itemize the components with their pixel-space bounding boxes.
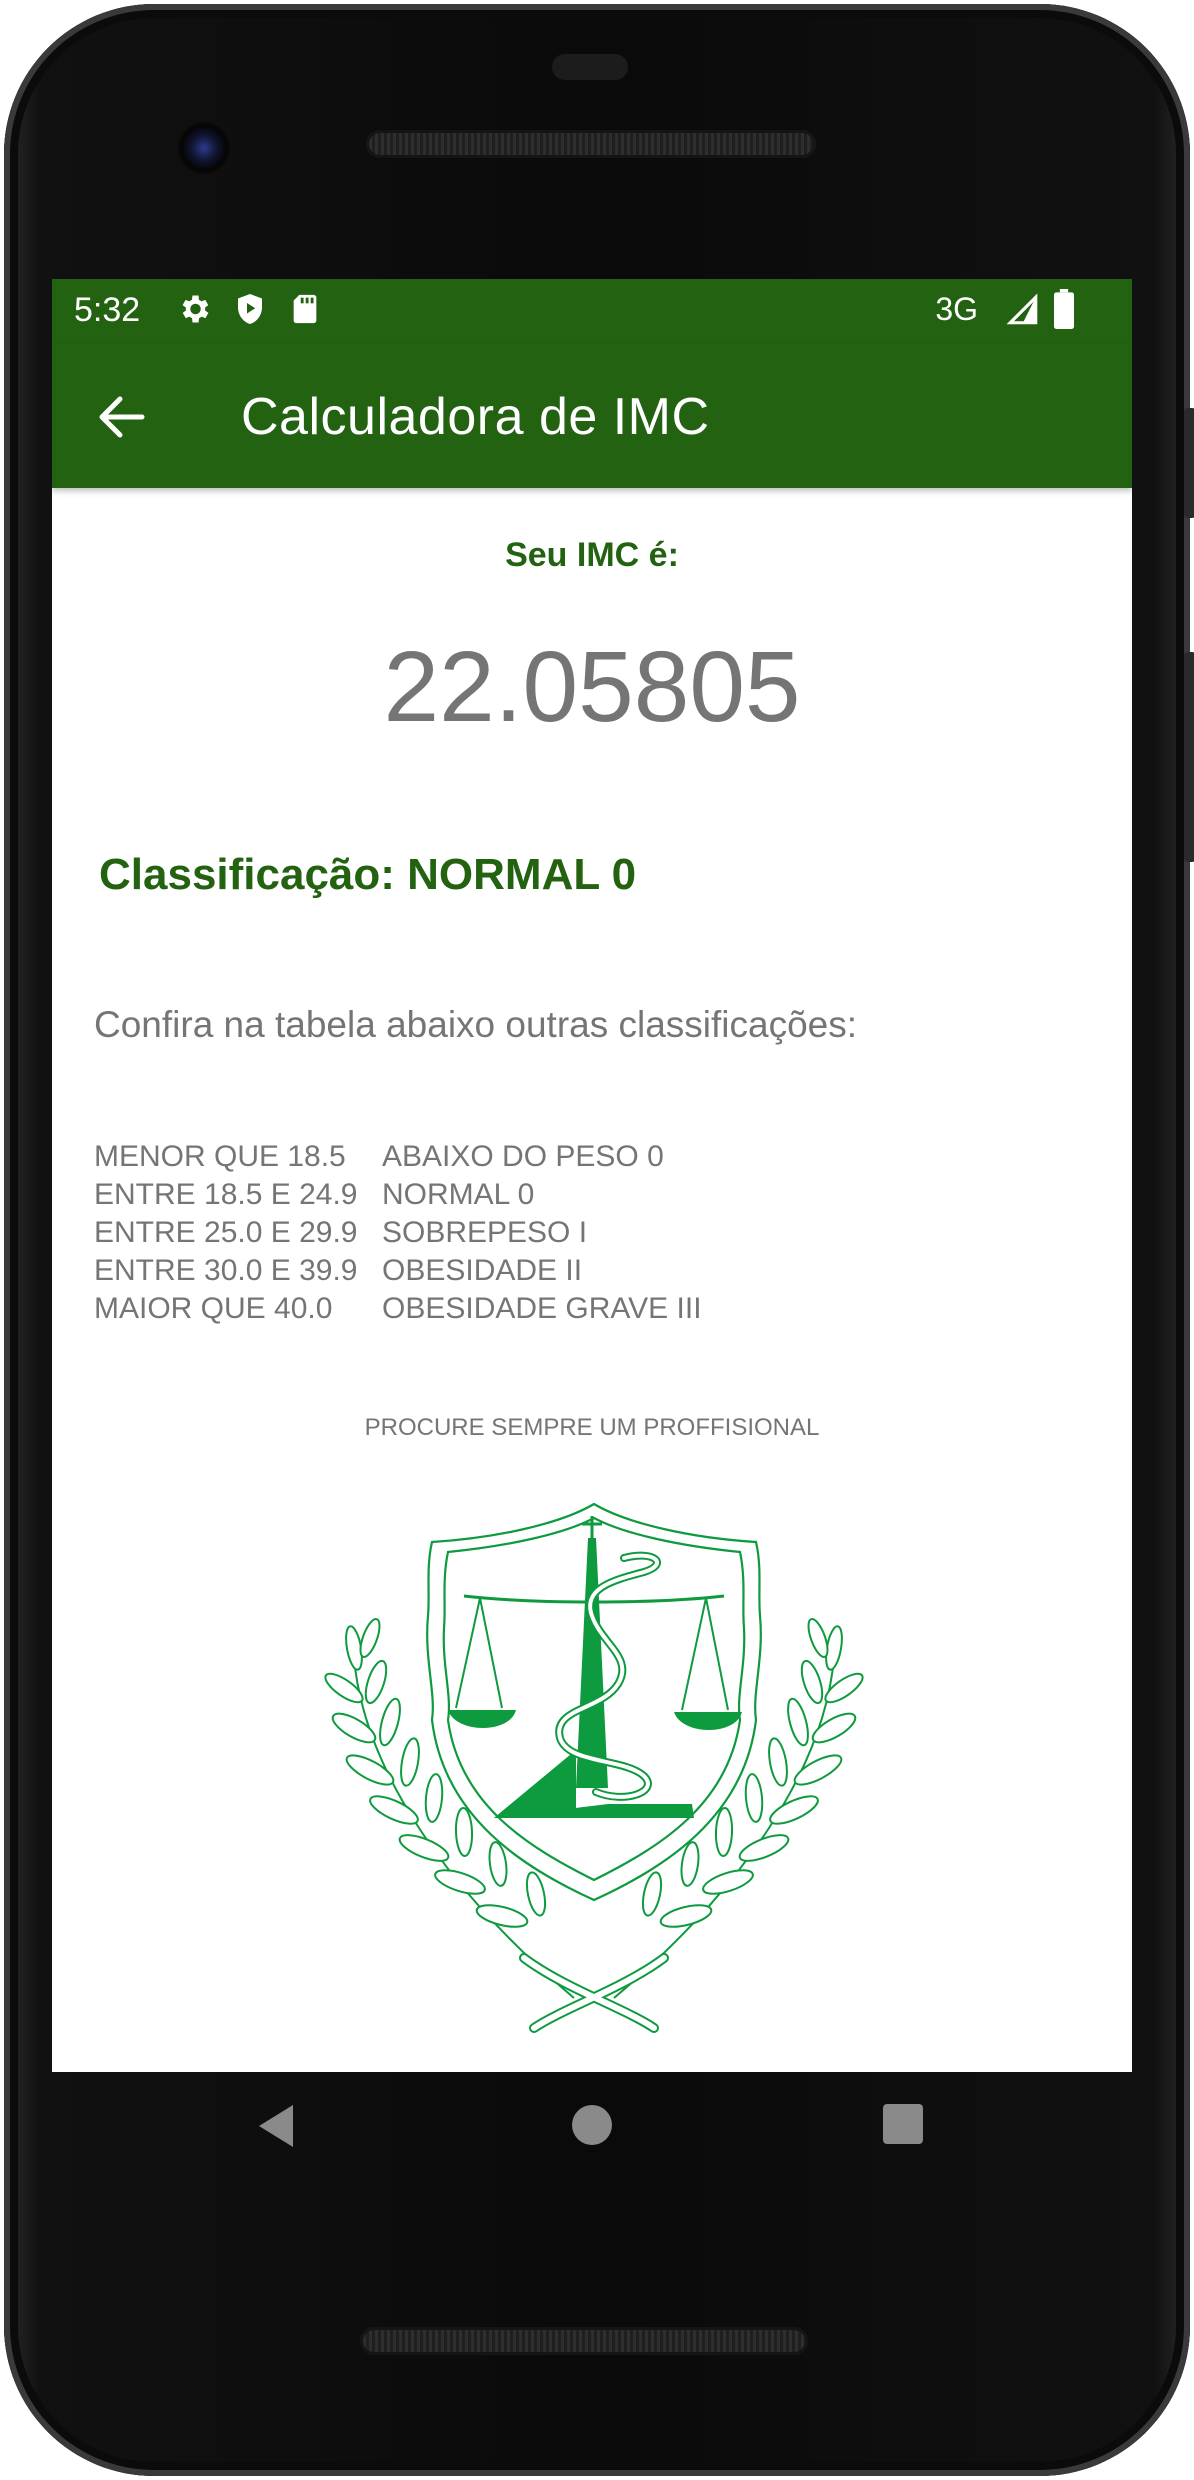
table-range: ENTRE 18.5 E 24.9 — [94, 1178, 358, 1211]
app-bar: Calculadora de IMC — [52, 343, 1132, 488]
table-row: ENTRE 25.0 E 29.9 SOBREPESO I — [94, 1214, 702, 1252]
classification-result: Classificação: NORMAL 0 — [99, 850, 637, 899]
network-type: 3G — [935, 291, 978, 327]
front-camera — [178, 122, 230, 174]
app-title: Calculadora de IMC — [241, 388, 710, 446]
table-range: MAIOR QUE 40.0 — [94, 1292, 333, 1325]
medical-law-emblem-icon — [324, 1488, 864, 2048]
earpiece-speaker — [366, 130, 816, 158]
table-category: OBESIDADE II — [382, 1254, 583, 1287]
status-time: 5:32 — [74, 291, 141, 329]
imc-value: 22.05805 — [383, 631, 801, 743]
navigation-bar — [52, 2072, 1132, 2198]
table-row: ENTRE 18.5 E 24.9 NORMAL 0 — [94, 1176, 702, 1214]
table-category: SOBREPESO I — [382, 1216, 588, 1249]
imc-label: Seu IMC é: — [505, 536, 679, 574]
screen: 5:32 3G Calculadora de IMC Seu IMC é: 22… — [52, 279, 1132, 2072]
table-category: OBESIDADE GRAVE III — [382, 1292, 702, 1325]
nav-recents-icon[interactable] — [882, 2103, 924, 2150]
arrow-back-icon[interactable] — [98, 395, 146, 439]
table-range: MENOR QUE 18.5 — [94, 1140, 346, 1173]
shield-play-icon — [232, 291, 268, 332]
table-category: NORMAL 0 — [382, 1178, 535, 1211]
footer-note: PROCURE SEMPRE UM PROFFISIONAL — [364, 1414, 820, 1441]
nav-back-icon[interactable] — [255, 2103, 295, 2154]
table-intro: Confira na tabela abaixo outras classifi… — [94, 1004, 858, 1045]
main-content: Seu IMC é: 22.05805 Classificação: NORMA… — [52, 488, 1132, 2072]
power-button — [1184, 408, 1194, 518]
table-category: ABAIXO DO PESO 0 — [382, 1140, 664, 1173]
table-range: ENTRE 25.0 E 29.9 — [94, 1216, 358, 1249]
device-frame: 5:32 3G Calculadora de IMC Seu IMC é: 22… — [0, 0, 1194, 2480]
gear-icon — [176, 291, 212, 332]
status-bar: 5:32 3G — [52, 279, 1132, 343]
nav-home-icon[interactable] — [570, 2103, 614, 2152]
table-row: MENOR QUE 18.5 ABAIXO DO PESO 0 — [94, 1138, 702, 1176]
table-range: ENTRE 30.0 E 39.9 — [94, 1254, 358, 1287]
classification-table: MENOR QUE 18.5 ABAIXO DO PESO 0 ENTRE 18… — [94, 1138, 702, 1328]
top-sensor — [552, 54, 628, 80]
bottom-speaker — [360, 2327, 808, 2355]
table-row: ENTRE 30.0 E 39.9 OBESIDADE II — [94, 1252, 702, 1290]
sd-card-icon — [288, 291, 322, 332]
battery-icon — [1052, 289, 1076, 334]
signal-icon — [1006, 293, 1040, 332]
volume-button — [1184, 652, 1194, 862]
table-row: MAIOR QUE 40.0 OBESIDADE GRAVE III — [94, 1290, 702, 1328]
